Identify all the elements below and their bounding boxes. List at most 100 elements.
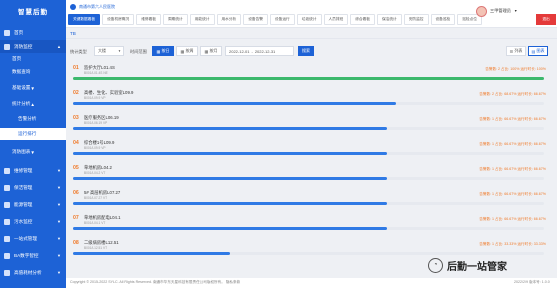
row-meta: B001/L12.51 VT <box>84 246 108 250</box>
sidebar-item-home[interactable]: 首页 <box>0 26 66 39</box>
calendar-icon: ▦ <box>180 48 185 54</box>
tab-cleaning-stats[interactable]: 保洁统计 <box>377 14 402 25</box>
sidebar-subitem-basic-settings[interactable]: 基础设置 ▼ <box>0 82 66 94</box>
chevron-up-icon: ▲ <box>30 101 35 107</box>
row-stats: 告警数: 1 占比: 66.67% 运行时长: 66.67% <box>479 167 546 171</box>
sidebar-item-energy[interactable]: 能源管理 ▼ <box>0 198 66 211</box>
chevron-down-icon: ▼ <box>57 185 61 190</box>
sidebar-subitem-data-query[interactable]: 数据查询 <box>0 66 66 78</box>
sidebar-item-ba[interactable]: BA数字智控 ▼ <box>0 249 66 262</box>
calendar-icon: ▦ <box>156 48 161 54</box>
sidebar: 智慧后勤 首页 消防监控 ▲ 首页 数据查询 基础设置 ▼ 统计分析 ▲ 告警分… <box>0 0 66 288</box>
list-icon: ☰ <box>509 48 514 54</box>
ranking-row: 01 监护大厅L01.4S B001/L01.4S NE 告警数: 2 占比: … <box>70 62 550 86</box>
row-stats: 告警数: 1 占比: 66.67% 运行时长: 66.67% <box>479 117 546 121</box>
ranking-row: 05 草地机房L04.2 B001/L04.2 VT 告警数: 1 占比: 66… <box>70 162 550 186</box>
chevron-down-icon: ▼ <box>57 253 61 258</box>
row-meta: B001/L04.1 VT <box>84 221 106 225</box>
progress-track <box>73 227 544 230</box>
sidebar-item-cleaning[interactable]: 保洁管理 ▼ <box>0 181 66 194</box>
row-stats: 告警数: 1 占比: 66.67% 运行时长: 66.67% <box>479 217 546 221</box>
chart-view-button[interactable]: ▤ 图表 <box>528 46 548 56</box>
home-icon <box>4 29 10 36</box>
tab-key-data[interactable]: 关键数据看板 <box>68 14 101 25</box>
sidebar-item-fire-monitor[interactable]: 消防监控 ▲ <box>0 40 66 53</box>
sidebar-item-maintenance[interactable]: 维修管理 ▼ <box>0 164 66 177</box>
hospital-brand: 南通市第六人民医院 <box>66 0 136 13</box>
rank-number: 03 <box>73 115 79 121</box>
user-menu[interactable]: 三甲管理员 ▼ <box>476 4 532 18</box>
tab-equipment-alarm[interactable]: 设备告警 <box>243 14 268 25</box>
avatar <box>476 5 487 17</box>
sidebar-item-consumables[interactable]: 高值耗材分析 ▼ <box>0 266 66 279</box>
chevron-down-icon: ▼ <box>513 9 518 13</box>
progress-track <box>73 202 544 205</box>
period-month-button[interactable]: ▦ 按月 <box>200 46 222 56</box>
sidebar-subitem-fire-charts[interactable]: 消防图表 ▼ <box>0 146 66 158</box>
sidebar-item-label: 首页 <box>14 29 24 35</box>
type-select[interactable]: 大楼 ▼ <box>94 46 124 56</box>
chip-icon <box>4 252 10 259</box>
filter-bar: 统计类型 大楼 ▼ 时间范围 ▦ 按日 ▦ 按周 ▦ 按月 2022-12-01… <box>70 46 550 57</box>
chevron-down-icon: ▼ <box>118 49 121 53</box>
row-stats: 告警数: 1 占比: 66.67% 运行时长: 66.67% <box>479 192 546 196</box>
content-tab[interactable]: TB <box>70 31 76 36</box>
row-stats: 告警数: 1 占比: 33.33% 运行时长: 33.33% <box>479 242 546 246</box>
search-button[interactable]: 搜索 <box>298 46 314 56</box>
ranking-row: 04 综合楼1号L09.9 B001/L09.9 VP 告警数: 1 占比: 6… <box>70 137 550 161</box>
hospital-logo-icon <box>70 3 76 10</box>
ranking-row: 02 高楼、生化、实验室L09.9 B001/L09.9 VP 告警数: 2 占… <box>70 87 550 111</box>
tab-maintenance-board[interactable]: 维修看板 <box>136 14 161 25</box>
date-range-picker[interactable]: 2022-12-01 - 2022-12-31 <box>225 46 294 56</box>
period-week-button[interactable]: ▦ 按周 <box>176 46 198 56</box>
row-meta: B001/L01.4S NE <box>84 71 108 75</box>
chevron-down-icon: ▼ <box>57 219 61 224</box>
tab-general-board[interactable]: 综合看板 <box>350 14 375 25</box>
tab-energy-stats[interactable]: 用能统计 <box>189 14 215 25</box>
sidebar-subitem-statistics[interactable]: 统计分析 ▲ <box>0 98 66 110</box>
sidebar-item-sewage[interactable]: 污水监控 ▼ <box>0 215 66 228</box>
version-text: 2022/2/9 版本号: 1.0.0 <box>514 280 550 284</box>
sidebar-item-label: 消防监控 <box>14 43 33 49</box>
rank-number: 02 <box>73 90 79 96</box>
list-view-button[interactable]: ☰ 列表 <box>506 46 526 56</box>
chevron-down-icon: ▼ <box>30 149 35 155</box>
rank-number: 06 <box>73 190 79 196</box>
row-meta: B001/L09.9 VP <box>84 146 106 150</box>
ranking-row: 06 5# 高层机房L07.27 B001/L07.27 VT 告警数: 1 占… <box>70 187 550 211</box>
ranking-row: 03 医疗服务区L06.19 B001/L06.19 VP 告警数: 1 占比:… <box>70 112 550 136</box>
sidebar-subitem-alarm-analysis[interactable]: 告警分析 <box>0 113 66 125</box>
fire-icon <box>4 43 10 50</box>
progress-track <box>73 102 544 105</box>
tab-inspection[interactable]: 设备巡检 <box>430 14 456 25</box>
progress-fill <box>73 152 388 155</box>
period-day-button[interactable]: ▦ 按日 <box>152 46 174 56</box>
row-meta: B001/L09.9 VP <box>84 96 106 100</box>
sidebar-subitem-run-ranking[interactable]: 运行排行 <box>0 128 66 140</box>
divider <box>66 38 557 39</box>
logout-button[interactable]: 退出 <box>536 14 556 25</box>
tab-security[interactable]: 安防监控 <box>403 14 429 25</box>
type-label: 统计类型 <box>70 49 87 54</box>
tab-water-analysis[interactable]: 用水分析 <box>216 14 242 25</box>
tab-equipment-rooms[interactable]: 设备机房概况 <box>102 14 135 25</box>
chevron-down-icon: ▼ <box>57 236 61 241</box>
tab-staff-schedule[interactable]: 人员排班 <box>323 14 349 25</box>
tab-equipment-run[interactable]: 设备运行 <box>270 14 295 25</box>
date-end: 2022-12-31 <box>254 48 276 54</box>
calendar-icon: ▦ <box>204 48 209 54</box>
user-name: 三甲管理员 <box>490 8 511 13</box>
sidebar-subitem-home[interactable]: 首页 <box>0 53 66 65</box>
progress-track <box>73 77 544 80</box>
tab-garbage-stats[interactable]: 垃圾统计 <box>296 14 322 25</box>
ranking-row: 07 草地机房配电L04.1 B001/L04.1 VT 告警数: 1 占比: … <box>70 212 550 236</box>
chevron-down-icon: ▼ <box>57 270 61 275</box>
sidebar-item-one-stop[interactable]: 一站式管理 ▼ <box>0 232 66 245</box>
progress-fill <box>73 127 388 130</box>
chevron-down-icon: ▼ <box>30 85 35 91</box>
progress-track <box>73 152 544 155</box>
tab-period-stats[interactable]: 周期统计 <box>163 14 188 25</box>
progress-fill <box>73 202 388 205</box>
period-label: 时间范围 <box>130 49 147 54</box>
wrench-icon <box>4 167 10 174</box>
